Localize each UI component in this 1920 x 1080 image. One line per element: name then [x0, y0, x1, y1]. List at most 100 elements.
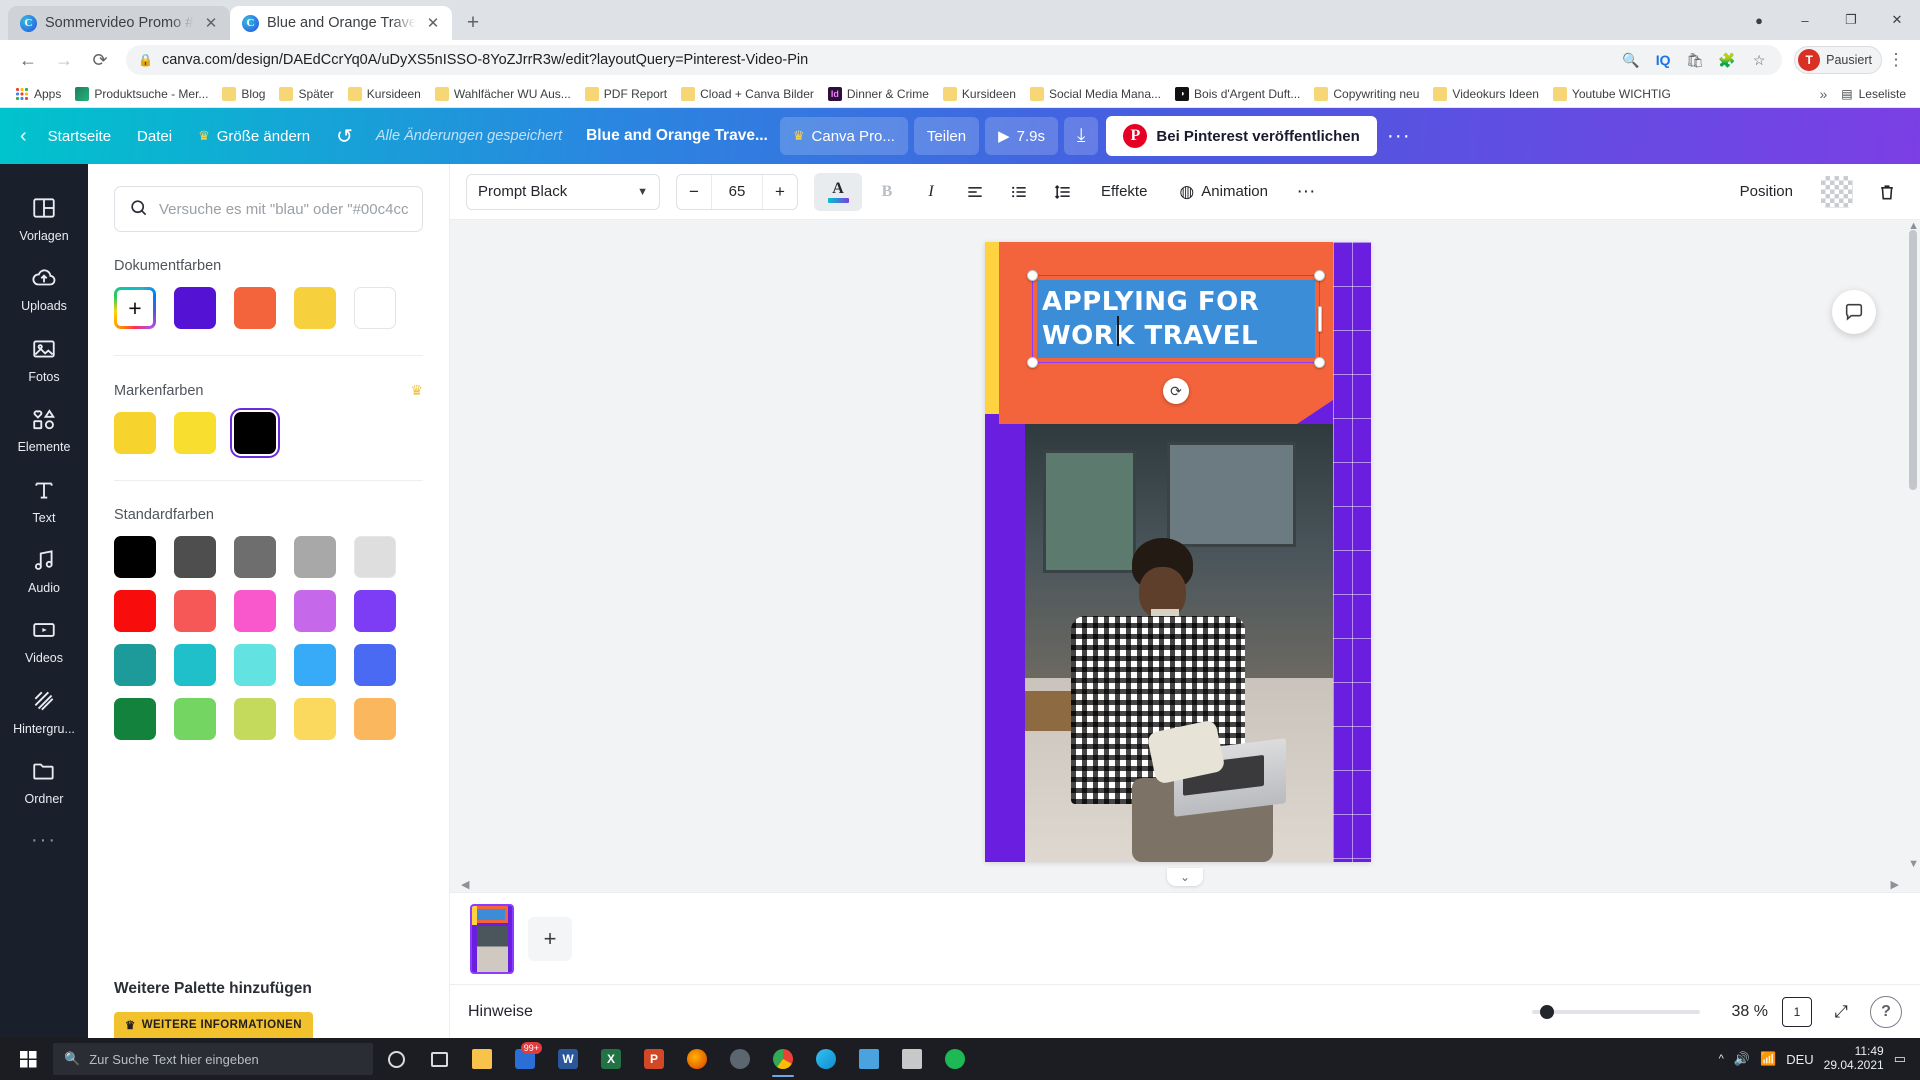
- edge-icon[interactable]: [720, 1040, 760, 1078]
- color-swatch[interactable]: [174, 698, 216, 740]
- add-color-button[interactable]: +: [114, 287, 156, 329]
- scroll-right-icon[interactable]: ▶: [1888, 878, 1902, 891]
- page-count-button[interactable]: 1: [1782, 996, 1812, 1027]
- bookmark-wahlfaecher[interactable]: Wahlfächer WU Aus...: [428, 84, 578, 104]
- expand-icon[interactable]: ⤢: [1826, 997, 1856, 1027]
- color-swatch[interactable]: [234, 287, 276, 329]
- sidebar-item-vorlagen[interactable]: Vorlagen: [0, 182, 88, 252]
- font-size-increase-button[interactable]: +: [763, 175, 797, 209]
- spotify-icon[interactable]: [935, 1040, 975, 1078]
- document-title[interactable]: Blue and Orange Trave...: [586, 127, 768, 145]
- edge-chromium-icon[interactable]: [806, 1040, 846, 1078]
- bookmarks-overflow-icon[interactable]: »: [1811, 86, 1835, 102]
- color-search-box[interactable]: [114, 186, 423, 232]
- firefox-icon[interactable]: [677, 1040, 717, 1078]
- taskbar-search[interactable]: 🔍 Zur Suche Text hier eingeben: [53, 1043, 373, 1075]
- start-button[interactable]: [6, 1038, 50, 1080]
- comment-button[interactable]: [1832, 290, 1876, 334]
- bookmark-pdf-report[interactable]: PDF Report: [578, 84, 674, 104]
- resize-handle-bottom-right[interactable]: [1314, 357, 1325, 368]
- profile-chip[interactable]: T Pausiert: [1794, 46, 1882, 74]
- canva-pro-button[interactable]: ♛ Canva Pro...: [779, 117, 908, 155]
- sidebar-item-videos[interactable]: Videos: [0, 604, 88, 674]
- canvas-area[interactable]: APPLYING FOR WORK TRAVEL ⟳ ▲ ▼ ◀ ▶ ⌄: [450, 220, 1920, 892]
- word-icon[interactable]: W: [548, 1040, 588, 1078]
- powerpoint-icon[interactable]: P: [634, 1040, 674, 1078]
- color-swatch[interactable]: [114, 644, 156, 686]
- help-button[interactable]: ?: [1870, 995, 1902, 1028]
- forward-icon[interactable]: →: [46, 43, 82, 77]
- scrollbar-thumb[interactable]: [1909, 230, 1917, 490]
- resize-handle-top-left[interactable]: [1027, 270, 1038, 281]
- scroll-left-icon[interactable]: ◀: [458, 878, 472, 891]
- color-swatch[interactable]: [354, 644, 396, 686]
- close-icon[interactable]: ✕: [202, 14, 220, 32]
- canvas-vertical-scrollbar[interactable]: [1909, 230, 1917, 864]
- bookmark-spaeter[interactable]: Später: [272, 84, 340, 104]
- task-view-icon[interactable]: [419, 1040, 459, 1078]
- extensions-icon[interactable]: 🧩: [1716, 49, 1738, 71]
- scroll-down-icon[interactable]: ▼: [1908, 858, 1919, 870]
- url-input[interactable]: 🔒 canva.com/design/DAEdCcrYq0A/uDyXS5nIS…: [126, 45, 1783, 75]
- bold-button[interactable]: B: [868, 173, 906, 211]
- bookmark-blog[interactable]: Blog: [215, 84, 272, 104]
- zoom-icon[interactable]: 🔍: [1620, 49, 1642, 71]
- wifi-icon[interactable]: 📶: [1760, 1051, 1776, 1067]
- color-swatch[interactable]: [174, 412, 216, 454]
- color-swatch[interactable]: [114, 698, 156, 740]
- italic-button[interactable]: I: [912, 173, 950, 211]
- reading-list-button[interactable]: ▤ Leseliste: [1835, 87, 1912, 101]
- add-palette-link[interactable]: Weitere Palette hinzufügen: [114, 980, 424, 998]
- color-swatch[interactable]: [174, 644, 216, 686]
- color-swatch[interactable]: [114, 590, 156, 632]
- record-icon[interactable]: ●: [1736, 0, 1782, 40]
- bookmark-apps[interactable]: Apps: [8, 84, 68, 104]
- color-swatch[interactable]: [354, 536, 396, 578]
- resize-handle-bottom-left[interactable]: [1027, 357, 1038, 368]
- header-more-icon[interactable]: ···: [1377, 124, 1421, 148]
- design-canvas[interactable]: APPLYING FOR WORK TRAVEL ⟳: [985, 242, 1371, 862]
- file-explorer-icon[interactable]: [462, 1040, 502, 1078]
- color-swatch[interactable]: [354, 590, 396, 632]
- excel-icon[interactable]: X: [591, 1040, 631, 1078]
- bookmark-kursideen-1[interactable]: Kursideen: [341, 84, 428, 104]
- font-family-select[interactable]: Prompt Black ▼: [466, 173, 660, 210]
- color-swatch[interactable]: [234, 644, 276, 686]
- bookmark-youtube-wichtig[interactable]: Youtube WICHTIG: [1546, 84, 1678, 104]
- zoom-slider[interactable]: [1532, 1004, 1700, 1019]
- sidebar-more-icon[interactable]: ···: [31, 829, 57, 852]
- chevron-left-icon[interactable]: ‹: [14, 125, 33, 148]
- sidebar-item-audio[interactable]: Audio: [0, 534, 88, 604]
- line-spacing-button[interactable]: [1044, 173, 1082, 211]
- new-tab-button[interactable]: +: [458, 8, 488, 38]
- bookmark-produktsuche[interactable]: Produktsuche - Mer...: [68, 84, 215, 104]
- canvas-collapse-button[interactable]: ⌄: [1167, 868, 1203, 886]
- resize-handle-right[interactable]: [1318, 306, 1322, 332]
- color-swatch[interactable]: [234, 698, 276, 740]
- color-swatch[interactable]: [294, 698, 336, 740]
- reload-icon[interactable]: ⟳: [82, 43, 118, 77]
- effects-button[interactable]: Effekte: [1088, 173, 1160, 211]
- download-icon[interactable]: ⤓: [1064, 117, 1099, 155]
- color-swatch[interactable]: [294, 590, 336, 632]
- notes-icon[interactable]: [892, 1040, 932, 1078]
- font-size-value[interactable]: 65: [711, 174, 763, 209]
- color-swatch[interactable]: [174, 590, 216, 632]
- close-icon[interactable]: ✕: [424, 14, 442, 32]
- sidebar-item-ordner[interactable]: Ordner: [0, 745, 88, 815]
- delete-button[interactable]: [1868, 173, 1906, 211]
- sidebar-item-fotos[interactable]: Fotos: [0, 323, 88, 393]
- file-menu-button[interactable]: Datei: [124, 117, 185, 155]
- store-icon[interactable]: [849, 1040, 889, 1078]
- zoom-slider-knob[interactable]: [1540, 1004, 1554, 1019]
- chrome-menu-icon[interactable]: ⋮: [1882, 50, 1910, 70]
- rotate-icon[interactable]: ⟳: [1163, 378, 1189, 404]
- design-photo[interactable]: [1025, 424, 1333, 862]
- shopping-icon[interactable]: 🛍: [1684, 49, 1706, 71]
- outlook-icon[interactable]: 99+: [505, 1040, 545, 1078]
- sidebar-item-hintergrund[interactable]: Hintergru...: [0, 675, 88, 745]
- page-thumbnail[interactable]: [470, 903, 514, 974]
- scroll-up-icon[interactable]: ▲: [1908, 220, 1919, 232]
- clock[interactable]: 11:49 29.04.2021: [1824, 1044, 1884, 1073]
- toolbar-more-icon[interactable]: ···: [1287, 173, 1325, 211]
